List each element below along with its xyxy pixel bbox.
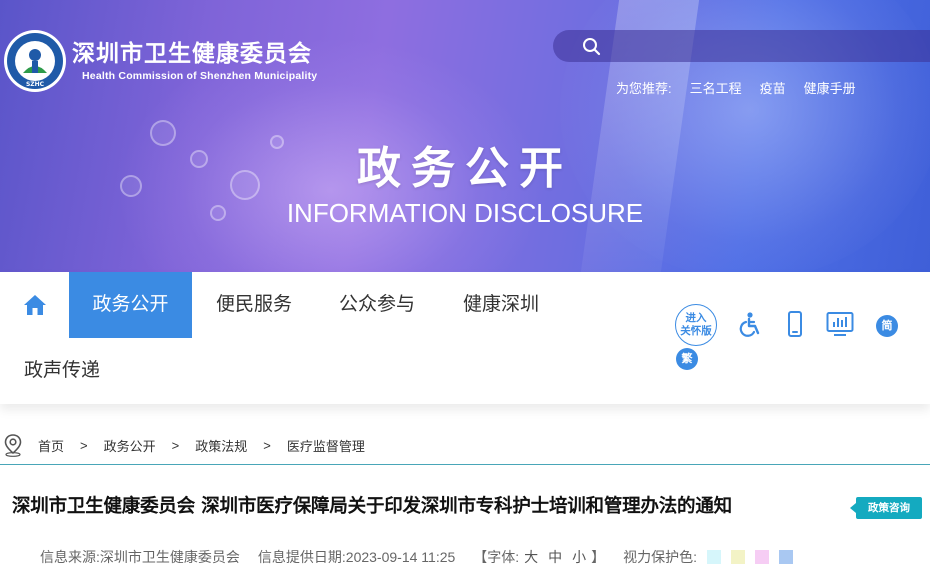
breadcrumb-medical-supervision[interactable]: 医疗监督管理: [287, 436, 365, 455]
home-icon: [23, 295, 46, 315]
nav-item-healthy-shenzhen[interactable]: 健康深圳: [463, 272, 539, 338]
care-mode-label-2: 关怀版: [680, 325, 712, 337]
recommend-link-sanming[interactable]: 三名工程: [690, 78, 742, 97]
care-mode-button[interactable]: 进入 关怀版: [675, 304, 717, 346]
recommend-link-health-manual[interactable]: 健康手册: [804, 78, 856, 97]
breadcrumb-gov-affairs[interactable]: 政务公开: [104, 436, 156, 455]
eye-protection-label: 视力保护色:: [623, 549, 698, 565]
eye-color-swatch-pink[interactable]: [755, 550, 770, 564]
article-meta: 信息来源: 深圳市卫生健康委员会 信息提供日期: 2023-09-14 11:2…: [40, 547, 794, 567]
org-name-cn: 深圳市卫生健康委员会: [72, 41, 312, 67]
breadcrumb-divider: [0, 464, 930, 465]
font-medium-button[interactable]: 中: [548, 547, 562, 567]
policy-consult-badge[interactable]: 政策咨询: [850, 497, 922, 519]
source-value: 深圳市卫生健康委员会: [99, 549, 240, 565]
logo-emblem-icon: SZHC: [7, 33, 63, 89]
font-small-button[interactable]: 小: [572, 547, 586, 567]
svg-text:SZHC: SZHC: [26, 81, 45, 88]
date-label: 信息提供日期:: [257, 549, 346, 565]
font-large-button[interactable]: 大: [524, 547, 538, 567]
mobile-icon: [788, 311, 802, 337]
font-size-close: 】: [591, 549, 606, 565]
eye-color-swatch-yellow[interactable]: [731, 550, 746, 564]
search-input[interactable]: [609, 38, 909, 54]
main-nav: 政务公开 便民服务 公众参与 健康深圳 政声传递 进入 关怀版 简 繁: [0, 272, 930, 404]
breadcrumb-separator: >: [80, 437, 88, 453]
search-icon[interactable]: [581, 36, 601, 56]
article-title: 深圳市卫生健康委员会 深圳市医疗保障局关于印发深圳市专科护士培训和管理办法的通知: [12, 496, 732, 517]
eye-color-swatch-cyan[interactable]: [707, 550, 722, 564]
eye-color-swatch-blue[interactable]: [779, 550, 794, 564]
mobile-version-button[interactable]: [781, 310, 809, 338]
accessibility-button[interactable]: [737, 310, 765, 338]
recommend-bar: 为您推荐: 三名工程 疫苗 健康手册: [616, 78, 856, 97]
breadcrumb-separator: >: [263, 437, 271, 453]
logo[interactable]: SZHC: [4, 30, 66, 92]
breadcrumb-separator: >: [171, 437, 180, 453]
nav-item-voice[interactable]: 政声传递: [24, 338, 100, 404]
lang-simplified-button[interactable]: 简: [876, 315, 898, 337]
search-bar[interactable]: [553, 30, 930, 62]
location-pin-icon: [4, 434, 22, 457]
nav-home[interactable]: [0, 272, 69, 338]
source-label: 信息来源:: [40, 549, 100, 565]
recommend-label: 为您推荐:: [616, 81, 672, 96]
lang-traditional-button[interactable]: 繁: [676, 348, 698, 370]
nav-item-services[interactable]: 便民服务: [216, 272, 292, 338]
recommend-link-vaccine[interactable]: 疫苗: [760, 78, 786, 97]
date-value: 2023-09-14 11:25: [345, 549, 456, 565]
data-screen-icon: [826, 312, 854, 336]
banner-title-cn: 政务公开: [357, 143, 573, 194]
breadcrumb-policy[interactable]: 政策法规: [195, 436, 247, 455]
nav-item-participation[interactable]: 公众参与: [339, 272, 415, 338]
accessibility-icon: [739, 312, 760, 337]
nav-item-gov-affairs[interactable]: 政务公开: [69, 272, 192, 338]
banner: SZHC 深圳市卫生健康委员会 Health Commission of She…: [0, 0, 930, 272]
data-screen-button[interactable]: [826, 310, 854, 338]
care-mode-label-1: 进入: [685, 312, 707, 324]
org-name-en: Health Commission of Shenzhen Municipali…: [82, 70, 318, 82]
font-size-label: 【字体:: [473, 549, 520, 565]
breadcrumb-home[interactable]: 首页: [38, 436, 64, 455]
breadcrumb: 首页 > 政务公开 > 政策法规 > 医疗监督管理: [0, 432, 381, 458]
banner-title-en: INFORMATION DISCLOSURE: [286, 198, 644, 228]
